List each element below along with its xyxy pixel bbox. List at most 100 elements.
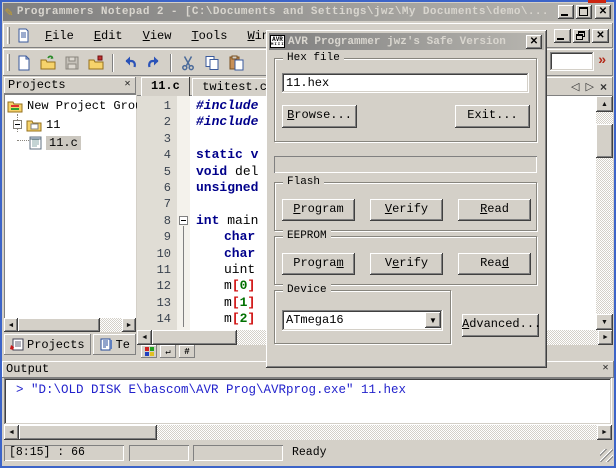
tree-label: 11 xyxy=(46,118,60,132)
title-bar[interactable]: ✎ Programmers Notepad 2 - [C:\Documents … xyxy=(3,3,613,21)
combo-dropdown-icon[interactable]: ▼ xyxy=(425,312,441,328)
toolbar-gripper[interactable] xyxy=(7,54,10,71)
scroll-down-icon[interactable]: ▼ xyxy=(596,314,613,330)
menu-view[interactable]: View xyxy=(133,24,182,48)
next-tab-icon[interactable]: ▷ xyxy=(586,80,594,93)
line-endings-icon[interactable]: ↵ xyxy=(160,345,176,358)
tree-item-project[interactable]: 11 xyxy=(13,116,60,133)
scroll-thumb[interactable] xyxy=(18,318,100,332)
line-number: 13 xyxy=(137,295,177,311)
status-bar: [8:15] : 66 Ready xyxy=(2,444,614,463)
copy-button[interactable] xyxy=(200,52,224,74)
undo-icon xyxy=(122,55,138,71)
line-number: 1 xyxy=(137,98,177,114)
projects-tab-icon xyxy=(10,338,24,351)
flash-read-button[interactable]: Read xyxy=(458,199,531,221)
mdi-minimize-button[interactable] xyxy=(554,29,571,43)
close-tab-icon[interactable]: × xyxy=(600,80,607,94)
menubar-gripper[interactable] xyxy=(7,27,10,44)
mdi-restore-button[interactable] xyxy=(573,29,590,43)
flash-verify-button[interactable]: Verify xyxy=(370,199,443,221)
fold-margin[interactable] xyxy=(177,96,190,330)
projects-close-icon[interactable]: ✕ xyxy=(121,79,134,92)
toolbar-separator xyxy=(170,54,172,72)
fold-margin-cell xyxy=(177,246,190,262)
toolbar-find-field[interactable] xyxy=(550,52,594,71)
scheme-icon[interactable] xyxy=(141,345,157,358)
close-button[interactable]: ✕ xyxy=(595,5,611,19)
output-close-icon[interactable]: ✕ xyxy=(599,363,612,376)
dialog-close-icon: ✕ xyxy=(526,35,542,49)
save-icon xyxy=(64,55,80,71)
scroll-left-icon[interactable]: ◄ xyxy=(4,318,18,332)
tree-item-file[interactable]: 11.c xyxy=(29,134,81,151)
resize-grip[interactable] xyxy=(600,449,613,462)
output-title: Output xyxy=(6,362,49,376)
dialog-title-bar[interactable]: AVRMIII AVR Programmer jwz's Safe Versio… xyxy=(269,33,544,50)
new-button[interactable] xyxy=(12,52,36,74)
mdi-document-icon[interactable] xyxy=(16,28,31,43)
fold-margin-cell xyxy=(177,147,190,163)
projects-hscrollbar[interactable]: ◄ ► xyxy=(4,318,136,332)
whitespace-icon[interactable]: # xyxy=(179,345,195,358)
collapse-icon[interactable] xyxy=(13,120,22,129)
projects-panel-header[interactable]: Projects ✕ xyxy=(4,77,136,94)
device-group: Device ATmega16 ▼ xyxy=(274,290,451,344)
scroll-thumb[interactable] xyxy=(19,425,157,440)
tab-projects[interactable]: Projects xyxy=(4,334,91,355)
hex-file-group-label: Hex file xyxy=(283,51,344,65)
scroll-thumb[interactable] xyxy=(596,124,613,158)
advanced-button[interactable]: Advanced... xyxy=(462,314,539,337)
output-hscrollbar[interactable]: ◄ ► xyxy=(4,425,612,440)
dialog-close-button[interactable]: ✕ xyxy=(526,35,542,49)
editor-status-icons: ↵ # xyxy=(137,345,195,358)
fold-margin-cell xyxy=(177,196,190,212)
menu-tools[interactable]: Tools xyxy=(181,24,237,48)
scroll-left-icon[interactable]: ◄ xyxy=(137,330,152,345)
browse-button[interactable]: Browse... xyxy=(282,105,357,128)
eeprom-read-button[interactable]: Read xyxy=(458,253,531,275)
editor-vscrollbar[interactable]: ▲ ▼ xyxy=(596,96,613,330)
menu-edit[interactable]: Edit xyxy=(84,24,133,48)
line-number: 7 xyxy=(137,196,177,212)
menu-items: FileEditViewToolsWindow xyxy=(35,24,301,48)
hex-file-input[interactable] xyxy=(282,73,529,93)
device-combobox[interactable]: ATmega16 ▼ xyxy=(282,310,443,331)
maximize-button[interactable] xyxy=(576,5,592,19)
scroll-left-icon[interactable]: ◄ xyxy=(4,425,19,440)
editor-tab-twitest.c[interactable]: twitest.c xyxy=(192,78,277,96)
scroll-right-icon[interactable]: ► xyxy=(597,425,612,440)
open-project-button[interactable] xyxy=(84,52,108,74)
line-number: 9 xyxy=(137,229,177,245)
open-button[interactable] xyxy=(36,52,60,74)
save-button[interactable] xyxy=(60,52,84,74)
app-window: ✎ Programmers Notepad 2 - [C:\Documents … xyxy=(0,0,616,468)
scroll-thumb[interactable] xyxy=(152,330,237,345)
paste-button[interactable] xyxy=(224,52,248,74)
eeprom-verify-button[interactable]: Verify xyxy=(370,253,443,275)
undo-button[interactable] xyxy=(118,52,142,74)
scroll-up-icon[interactable]: ▲ xyxy=(596,96,613,112)
cut-icon xyxy=(180,55,196,71)
output-body[interactable]: > "D:\OLD DISK E\bascom\AVR Prog\AVRprog… xyxy=(4,378,612,425)
cut-button[interactable] xyxy=(176,52,200,74)
prev-tab-icon[interactable]: ◁ xyxy=(571,80,579,93)
scroll-right-icon[interactable]: ► xyxy=(598,330,613,345)
editor-tab-11.c[interactable]: 11.c xyxy=(141,77,190,96)
eeprom-program-button[interactable]: Program xyxy=(282,253,355,275)
avr-dialog-icon: AVRMIII xyxy=(270,35,285,48)
fold-collapse-icon[interactable] xyxy=(177,213,190,229)
tab-text-clips[interactable]: Te xyxy=(93,334,136,355)
line-number: 12 xyxy=(137,278,177,294)
hex-file-group: Hex file Browse... Exit... xyxy=(274,58,537,142)
flash-program-button[interactable]: Program xyxy=(282,199,355,221)
projects-panel: Projects ✕ New Project Group 11 11.c ◄ xyxy=(4,77,136,358)
scroll-right-icon[interactable]: ► xyxy=(122,318,136,332)
exit-button[interactable]: Exit... xyxy=(455,105,530,128)
mdi-close-button[interactable]: ✕ xyxy=(592,29,609,43)
minimize-button[interactable] xyxy=(558,5,574,19)
toolbar-overflow-chevron[interactable]: » xyxy=(598,51,606,71)
redo-button[interactable] xyxy=(142,52,166,74)
menu-file[interactable]: File xyxy=(35,24,84,48)
tree-item-project-group[interactable]: New Project Group xyxy=(7,97,149,114)
